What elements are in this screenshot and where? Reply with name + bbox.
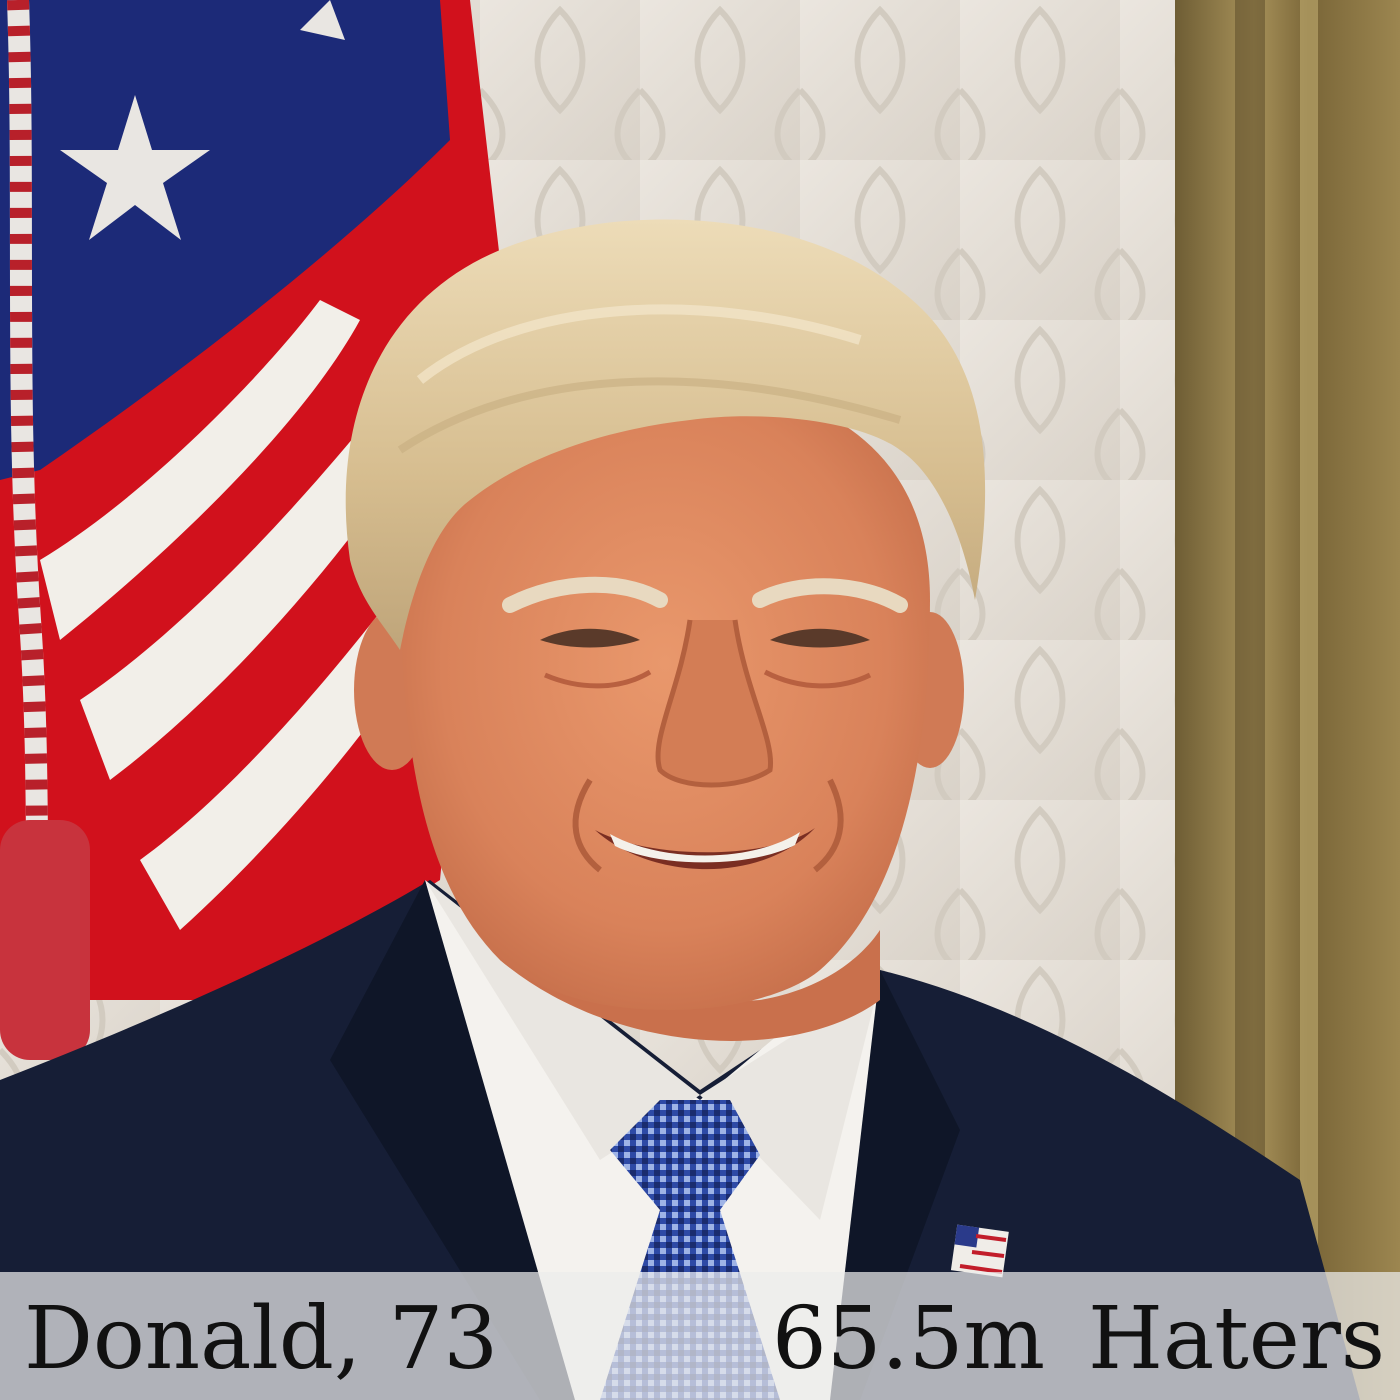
- portrait-photo: Donald, 73 65.5m Haters: [0, 0, 1400, 1400]
- caption-label: Haters: [1088, 1289, 1385, 1389]
- portrait-illustration: [0, 0, 1400, 1400]
- caption-name-age: Donald, 73: [24, 1289, 499, 1389]
- flag-lapel-pin: [950, 1224, 1009, 1278]
- caption-count: 65.5m: [772, 1289, 1046, 1389]
